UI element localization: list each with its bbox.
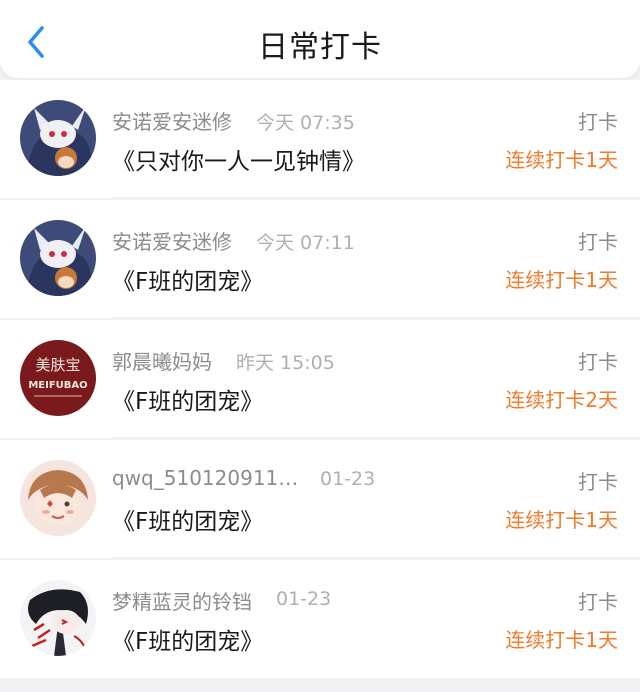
streak-text: 连续打卡2天 — [505, 388, 618, 412]
streak-text: 连续打卡1天 — [505, 508, 618, 532]
header-bar: 日常打卡 — [0, 0, 640, 78]
list-item[interactable]: 梦精蓝灵的铃铛 01-23 《F班的团宠》 打卡 连续打卡1天 — [0, 560, 640, 678]
avatar[interactable]: 美肤宝 MEIFUBAO — [20, 340, 96, 416]
user-name[interactable]: 安诺爱安迷修 — [112, 106, 232, 135]
checkin-label: 打卡 — [578, 470, 618, 494]
checkin-time: 01-23 — [276, 588, 332, 610]
list-item[interactable]: qwq_510120911… 01-23 《F班的团宠》 打卡 连续打卡1天 — [0, 440, 640, 558]
list-item[interactable]: 美肤宝 MEIFUBAO 郭晨曦妈妈 昨天 15:05 《F班的团宠》 打卡 连… — [0, 320, 640, 438]
checkin-label: 打卡 — [578, 110, 618, 134]
streak-text: 连续打卡1天 — [505, 148, 618, 172]
page-title: 日常打卡 — [258, 30, 382, 65]
checkin-time: 昨天 15:05 — [236, 352, 335, 374]
book-title[interactable]: 《F班的团宠》 — [112, 622, 263, 656]
avatar[interactable] — [20, 460, 96, 536]
list-item[interactable]: 安诺爱安迷修 今天 07:35 《只对你一人一见钟情》 打卡 连续打卡1天 — [0, 80, 640, 198]
divider — [112, 197, 640, 198]
avatar[interactable] — [20, 100, 96, 176]
user-name[interactable]: qwq_510120911… — [112, 466, 298, 490]
checkin-label: 打卡 — [578, 350, 618, 374]
divider — [112, 557, 640, 558]
checkin-time: 01-23 — [320, 468, 376, 490]
checkin-label: 打卡 — [578, 230, 618, 254]
book-title[interactable]: 《F班的团宠》 — [112, 262, 263, 296]
list-item[interactable]: 安诺爱安迷修 今天 07:11 《F班的团宠》 打卡 连续打卡1天 — [0, 200, 640, 318]
book-title[interactable]: 《只对你一人一见钟情》 — [112, 142, 365, 176]
logo-text-en: MEIFUBAO — [28, 380, 87, 391]
streak-text: 连续打卡1天 — [505, 628, 618, 652]
book-title[interactable]: 《F班的团宠》 — [112, 382, 263, 416]
checkin-time: 今天 07:35 — [256, 112, 355, 134]
avatar[interactable] — [20, 580, 96, 656]
avatar[interactable] — [20, 220, 96, 296]
logo-text-cn: 美肤宝 — [35, 356, 80, 374]
checkin-time: 今天 07:11 — [256, 232, 355, 254]
checkin-label: 打卡 — [578, 590, 618, 614]
user-name[interactable]: 郭晨曦妈妈 — [112, 346, 212, 375]
divider — [112, 437, 640, 438]
divider — [112, 317, 640, 318]
streak-text: 连续打卡1天 — [505, 268, 618, 292]
book-title[interactable]: 《F班的团宠》 — [112, 502, 263, 536]
user-name[interactable]: 梦精蓝灵的铃铛 — [112, 586, 252, 615]
user-name[interactable]: 安诺爱安迷修 — [112, 226, 232, 255]
